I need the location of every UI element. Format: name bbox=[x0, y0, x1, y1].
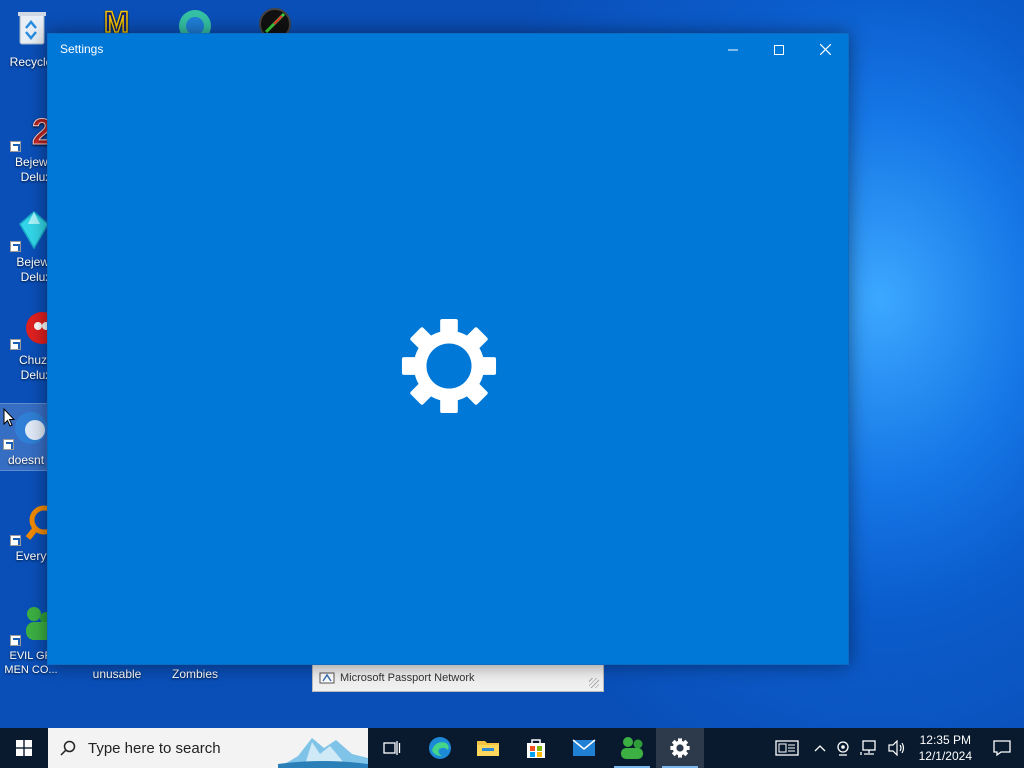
task-view-icon bbox=[383, 741, 401, 755]
tray-network[interactable] bbox=[855, 728, 883, 768]
task-view-button[interactable] bbox=[368, 728, 416, 768]
maximize-icon bbox=[774, 44, 784, 55]
shortcut-arrow-icon bbox=[10, 635, 21, 646]
taskbar-search-box[interactable]: Type here to search bbox=[48, 728, 368, 768]
desktop-icon-unusable[interactable]: unusable bbox=[82, 667, 152, 682]
taskbar-mail[interactable] bbox=[560, 728, 608, 768]
store-icon bbox=[527, 739, 545, 758]
network-icon bbox=[859, 740, 876, 755]
notification-icon bbox=[993, 740, 1011, 757]
edge-icon bbox=[429, 737, 451, 759]
clock-date: 12/1/2024 bbox=[918, 749, 972, 763]
taskbar: Type here to search 12:35 PM 12/1/2024 bbox=[0, 728, 1024, 768]
search-highlight-image bbox=[278, 728, 368, 768]
passport-label: Microsoft Passport Network bbox=[340, 672, 475, 684]
chevron-up-icon bbox=[814, 745, 826, 752]
gear-icon bbox=[400, 317, 498, 415]
minimize-icon bbox=[728, 49, 738, 50]
shortcut-arrow-icon bbox=[10, 535, 21, 546]
news-widget-button[interactable] bbox=[765, 728, 809, 768]
shortcut-arrow-icon bbox=[3, 439, 14, 450]
title-bar[interactable]: Settings bbox=[48, 34, 848, 65]
desktop-icon-label: Zombies bbox=[171, 667, 218, 681]
settings-window[interactable]: Settings bbox=[47, 33, 849, 665]
desktop-icon-label: doesnt bbox=[8, 453, 45, 467]
desktop-icon-label: unusable bbox=[92, 667, 142, 681]
webcam-icon bbox=[836, 741, 849, 756]
show-hidden-icons-button[interactable] bbox=[809, 728, 831, 768]
taskbar-edge[interactable] bbox=[416, 728, 464, 768]
passport-network-window[interactable]: Microsoft Passport Network bbox=[312, 665, 604, 692]
file-explorer-icon bbox=[477, 741, 499, 756]
resize-grip-icon[interactable] bbox=[589, 678, 599, 688]
clock-time: 12:35 PM bbox=[919, 733, 971, 747]
taskbar-evil-green-men[interactable] bbox=[608, 728, 656, 768]
tray-volume[interactable] bbox=[883, 728, 911, 768]
mouse-cursor-icon bbox=[3, 408, 15, 427]
taskbar-settings[interactable] bbox=[656, 728, 704, 768]
search-placeholder: Type here to search bbox=[88, 739, 221, 757]
close-button[interactable] bbox=[802, 34, 848, 65]
settings-icon bbox=[670, 738, 690, 758]
windows-logo-icon bbox=[16, 740, 32, 756]
minimize-button[interactable] bbox=[710, 34, 756, 65]
taskbar-file-explorer[interactable] bbox=[464, 728, 512, 768]
start-button[interactable] bbox=[0, 728, 48, 768]
action-center-button[interactable] bbox=[980, 728, 1024, 768]
mail-icon bbox=[572, 739, 596, 756]
desktop-icon-zombies[interactable]: Zombies bbox=[160, 667, 230, 682]
evil-green-men-icon bbox=[621, 737, 643, 759]
passport-icon bbox=[319, 670, 335, 686]
taskbar-clock[interactable]: 12:35 PM 12/1/2024 bbox=[911, 732, 980, 764]
shortcut-arrow-icon bbox=[10, 339, 21, 350]
search-icon bbox=[60, 740, 76, 756]
window-title: Settings bbox=[60, 42, 104, 56]
news-icon bbox=[774, 740, 799, 756]
tray-webcam[interactable] bbox=[831, 728, 855, 768]
system-tray: 12:35 PM 12/1/2024 bbox=[765, 728, 1024, 768]
volume-icon bbox=[888, 740, 904, 756]
maximize-button[interactable] bbox=[756, 34, 802, 65]
shortcut-arrow-icon bbox=[10, 241, 21, 252]
taskbar-store[interactable] bbox=[512, 728, 560, 768]
shortcut-arrow-icon bbox=[10, 141, 21, 152]
close-icon bbox=[819, 44, 831, 55]
